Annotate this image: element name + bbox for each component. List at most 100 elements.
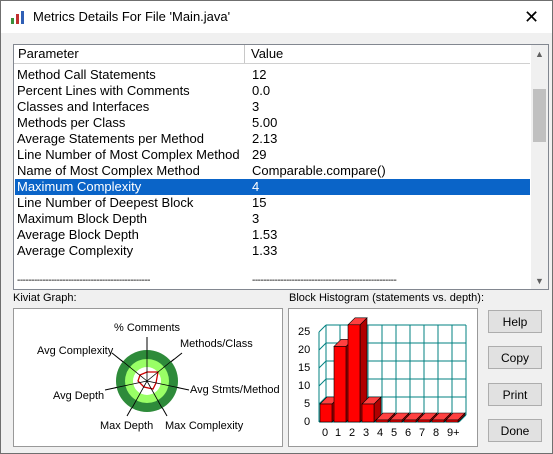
y-tick-label: 0 [304,416,310,428]
histogram-bar [375,419,389,423]
row-value: 15 [252,195,267,210]
x-tick-label: 7 [419,427,425,439]
x-tick-label: 5 [391,427,397,439]
x-tick-label: 1 [335,427,341,439]
row-value: 4 [252,179,260,194]
row-parameter: Average Complexity [17,243,134,258]
row-value: 1.53 [252,227,278,242]
print-button[interactable]: Print [488,383,542,406]
window-title: Metrics Details For File 'Main.java' [33,9,231,24]
histogram-bar [389,419,403,423]
x-tick-label: 6 [405,427,411,439]
x-tick-label: 2 [349,427,355,439]
row-parameter: Maximum Block Depth [17,211,148,226]
histogram-bar [333,346,347,423]
histogram-bar [361,403,375,423]
title-bar: Metrics Details For File 'Main.java' ✕ [1,1,552,33]
row-parameter: Average Block Depth [17,227,139,242]
table-row[interactable]: Methods per Class 5.00 [15,115,530,131]
row-parameter: Maximum Complexity [17,179,142,194]
row-parameter: Percent Lines with Comments [17,83,190,98]
row-value: 2.13 [252,131,278,146]
row-parameter: Line Number of Deepest Block [17,195,194,210]
metrics-table[interactable]: Parameter Value Method Call Statements 1… [13,44,549,290]
table-row[interactable]: Line Number of Most Complex Method 29 [15,147,530,163]
grid-line [318,378,327,387]
table-header: Parameter Value [14,45,530,64]
table-row[interactable]: Method Call Statements 12 [15,67,530,83]
table-row-selected[interactable]: Maximum Complexity 4 [15,179,530,195]
scroll-down-icon[interactable]: ▼ [531,272,548,289]
x-tick-label: 9+ [447,427,460,439]
kiviat-axis-label-avg-stmts-method: Avg Stmts/Method [190,384,280,396]
done-button[interactable]: Done [488,419,542,442]
y-tick-label: 10 [298,380,310,392]
column-header-parameter[interactable]: Parameter [18,46,79,63]
histogram-bar [445,419,459,423]
row-value: 3 [252,99,260,114]
x-tick-label: 3 [363,427,369,439]
row-value: Comparable.compare() [252,163,386,178]
table-row[interactable]: Classes and Interfaces 3 [15,99,530,115]
table-row[interactable]: Average Statements per Method 2.13 [15,131,530,147]
block-histogram: 25 20 15 10 5 0 0 1 2 3 4 5 6 7 8 9+ [288,308,478,447]
row-parameter: Methods per Class [17,115,126,130]
help-button[interactable]: Help [488,310,542,333]
histogram-bar [403,419,417,423]
scrollbar-thumb[interactable] [533,89,546,142]
kiviat-axis-label-avg-depth: Avg Depth [53,390,104,402]
metrics-details-window: Metrics Details For File 'Main.java' ✕ P… [0,0,553,454]
row-value: 1.33 [252,243,278,258]
separator-left: ----------------------------------------… [17,275,151,286]
row-parameter: Name of Most Complex Method [17,163,200,178]
kiviat-graph: % Comments Methods/Class Avg Stmts/Metho… [13,308,283,447]
y-tick-label: 20 [298,344,310,356]
grid-line [318,360,327,369]
column-divider[interactable] [244,45,245,63]
table-row[interactable]: Percent Lines with Comments 0.0 [15,83,530,99]
kiviat-axis-label-methods-class: Methods/Class [180,338,253,350]
table-separator-row: ----------------------------------------… [15,273,530,289]
row-value: 29 [252,147,267,162]
kiviat-graph-label: Kiviat Graph: [13,292,77,304]
table-row[interactable]: Maximum Block Depth 3 [15,211,530,227]
table-row[interactable]: Average Block Depth 1.53 [15,227,530,243]
vertical-scrollbar[interactable]: ▲ ▼ [531,45,548,289]
column-header-value[interactable]: Value [251,46,283,63]
scroll-up-icon[interactable]: ▲ [531,45,548,62]
kiviat-graph-canvas: % Comments Methods/Class Avg Stmts/Metho… [37,322,280,432]
table-row[interactable]: Line Number of Deepest Block 15 [15,195,530,211]
histogram-bar [319,403,333,423]
row-value: 3 [252,211,260,226]
grid-line [318,342,327,351]
kiviat-axis-label-max-complexity: Max Complexity [165,420,244,432]
y-tick-label: 15 [298,362,310,374]
histogram-bar [417,419,431,423]
app-icon [11,11,24,24]
separator-right: ----------------------------------------… [252,275,397,286]
copy-button[interactable]: Copy [488,346,542,369]
table-row[interactable]: Average Complexity 1.33 [15,243,530,259]
row-parameter: Classes and Interfaces [17,99,150,114]
row-value: 5.00 [252,115,278,130]
x-tick-label: 8 [433,427,439,439]
close-icon[interactable]: ✕ [511,1,552,33]
kiviat-axis-label-avg-complexity: Avg Complexity [37,345,114,357]
row-value: 0.0 [252,83,271,98]
y-tick-label: 25 [298,326,310,338]
kiviat-axis-label-comments: % Comments [114,322,181,334]
histogram-bar [431,419,445,423]
block-histogram-label: Block Histogram (statements vs. depth): [289,292,485,304]
table-row[interactable]: Name of Most Complex Method Comparable.c… [15,163,530,179]
histogram-bar [347,324,361,423]
row-parameter: Method Call Statements [17,67,156,82]
x-tick-label: 0 [322,427,328,439]
kiviat-axis-label-max-depth: Max Depth [100,420,153,432]
block-histogram-canvas: 25 20 15 10 5 0 0 1 2 3 4 5 6 7 8 9+ [298,317,467,439]
row-value: 12 [252,67,267,82]
grid-line [318,324,327,333]
row-parameter: Line Number of Most Complex Method [17,147,240,162]
row-parameter: Average Statements per Method [17,131,204,146]
y-tick-label: 5 [304,398,310,410]
x-tick-label: 4 [377,427,383,439]
